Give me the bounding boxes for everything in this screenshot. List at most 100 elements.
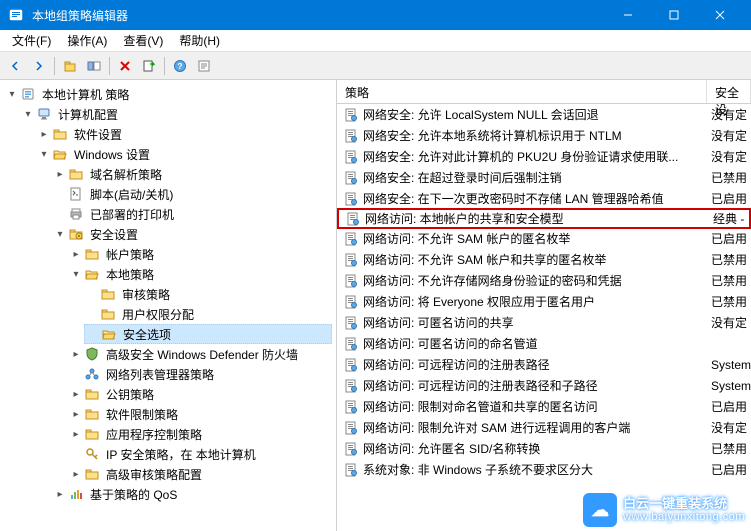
- policy-icon: [341, 150, 361, 164]
- tree-audit-policy[interactable]: 审核策略: [84, 284, 332, 304]
- policy-value: 已禁用: [703, 293, 751, 310]
- tree-qos[interactable]: ▸ 基于策略的 QoS: [52, 484, 332, 504]
- policy-row[interactable]: 系统对象: 非 Windows 子系统不要求区分大 已启用: [337, 459, 751, 480]
- export-button[interactable]: [138, 55, 160, 77]
- show-hide-tree-button[interactable]: [83, 55, 105, 77]
- collapse-icon[interactable]: ▾: [68, 266, 84, 282]
- policy-row[interactable]: 网络安全: 允许对此计算机的 PKU2U 身份验证请求使用联... 没有定: [337, 146, 751, 167]
- collapse-icon[interactable]: ▾: [20, 106, 36, 122]
- tree-network-list[interactable]: 网络列表管理器策略: [68, 364, 332, 384]
- policy-label: 网络安全: 允许本地系统将计算机标识用于 NTLM: [361, 127, 703, 144]
- expand-icon[interactable]: ▸: [68, 246, 84, 262]
- tree-public-key[interactable]: ▸ 公钥策略: [68, 384, 332, 404]
- policy-row[interactable]: 网络访问: 可远程访问的注册表路径和子路径 System: [337, 375, 751, 396]
- policy-icon: [341, 463, 361, 477]
- tree-user-rights[interactable]: 用户权限分配: [84, 304, 332, 324]
- content-area: ▾ 本地计算机 策略 ▾ 计算机配置 ▸ 软件设置 ▾ Windows 设置 ▸…: [0, 80, 751, 531]
- expand-icon[interactable]: ▸: [68, 346, 84, 362]
- column-header-policy[interactable]: 策略: [337, 80, 707, 103]
- tree-local-policies[interactable]: ▾ 本地策略: [68, 264, 332, 284]
- tree-deployed-printers[interactable]: 已部署的打印机: [52, 204, 332, 224]
- policy-row[interactable]: 网络访问: 可远程访问的注册表路径 System: [337, 354, 751, 375]
- tree-software-restriction[interactable]: ▸ 软件限制策略: [68, 404, 332, 424]
- close-button[interactable]: [697, 0, 743, 30]
- tree-account-policies[interactable]: ▸ 帐户策略: [68, 244, 332, 264]
- policy-row[interactable]: 网络安全: 在超过登录时间后强制注销 已禁用: [337, 167, 751, 188]
- maximize-button[interactable]: [651, 0, 697, 30]
- folder-open-icon: [101, 326, 117, 342]
- menu-file[interactable]: 文件(F): [4, 30, 59, 51]
- policy-label: 网络访问: 将 Everyone 权限应用于匿名用户: [361, 293, 703, 310]
- tree-windows-defender[interactable]: ▸ 高级安全 Windows Defender 防火墙: [68, 344, 332, 364]
- policy-row[interactable]: 网络访问: 可匿名访问的命名管道: [337, 333, 751, 354]
- policy-icon: [341, 316, 361, 330]
- collapse-icon[interactable]: ▾: [4, 86, 20, 102]
- help-button[interactable]: ?: [169, 55, 191, 77]
- up-button[interactable]: [59, 55, 81, 77]
- column-header-security[interactable]: 安全设: [707, 80, 751, 103]
- policy-label: 网络访问: 本地帐户的共享和安全模型: [363, 210, 705, 227]
- policy-icon: [341, 129, 361, 143]
- policy-icon: [341, 295, 361, 309]
- delete-button[interactable]: [114, 55, 136, 77]
- tree-software-settings[interactable]: ▸ 软件设置: [36, 124, 332, 144]
- policy-label: 网络访问: 可远程访问的注册表路径和子路径: [361, 377, 703, 394]
- tree-root[interactable]: ▾ 本地计算机 策略: [4, 84, 332, 104]
- menubar: 文件(F) 操作(A) 查看(V) 帮助(H): [0, 30, 751, 52]
- tree-security-settings[interactable]: ▾ 安全设置: [52, 224, 332, 244]
- list-pane: 策略 安全设 网络安全: 允许 LocalSystem NULL 会话回退 没有…: [337, 80, 751, 531]
- tree-pane[interactable]: ▾ 本地计算机 策略 ▾ 计算机配置 ▸ 软件设置 ▾ Windows 设置 ▸…: [0, 80, 337, 531]
- tree-app-control[interactable]: ▸ 应用程序控制策略: [68, 424, 332, 444]
- policy-row[interactable]: 网络访问: 可匿名访问的共享 没有定: [337, 312, 751, 333]
- expand-icon[interactable]: ▸: [68, 386, 84, 402]
- expand-icon[interactable]: ▸: [68, 406, 84, 422]
- tree-name-resolution[interactable]: ▸ 域名解析策略: [52, 164, 332, 184]
- policy-row[interactable]: 网络访问: 允许匿名 SID/名称转换 已禁用: [337, 438, 751, 459]
- policy-row[interactable]: 网络访问: 限制对命名管道和共享的匿名访问 已启用: [337, 396, 751, 417]
- policy-label: 网络访问: 可匿名访问的共享: [361, 314, 703, 331]
- policy-row[interactable]: 网络访问: 不允许 SAM 帐户和共享的匿名枚举 已禁用: [337, 249, 751, 270]
- policy-row[interactable]: 网络安全: 允许本地系统将计算机标识用于 NTLM 没有定: [337, 125, 751, 146]
- policy-row[interactable]: 网络访问: 不允许 SAM 帐户的匿名枚举 已启用: [337, 228, 751, 249]
- folder-icon: [52, 126, 68, 142]
- tree-advanced-audit[interactable]: ▸ 高级审核策略配置: [68, 464, 332, 484]
- properties-button[interactable]: [193, 55, 215, 77]
- policy-value: 没有定: [703, 127, 751, 144]
- policy-icon: [341, 337, 361, 351]
- tree-scripts[interactable]: 脚本(启动/关机): [52, 184, 332, 204]
- tree-computer-config[interactable]: ▾ 计算机配置: [20, 104, 332, 124]
- expand-icon[interactable]: ▸: [52, 486, 68, 502]
- tree-windows-settings[interactable]: ▾ Windows 设置: [36, 144, 332, 164]
- policy-icon: [341, 442, 361, 456]
- policy-label: 网络安全: 在下一次更改密码时不存储 LAN 管理器哈希值: [361, 190, 703, 207]
- key-icon: [84, 446, 100, 462]
- policy-label: 系统对象: 非 Windows 子系统不要求区分大: [361, 461, 703, 478]
- expand-icon[interactable]: ▸: [36, 126, 52, 142]
- policy-row[interactable]: 网络安全: 允许 LocalSystem NULL 会话回退 没有定: [337, 104, 751, 125]
- policy-row[interactable]: 网络安全: 在下一次更改密码时不存储 LAN 管理器哈希值 已启用: [337, 188, 751, 209]
- policy-icon: [341, 253, 361, 267]
- expand-icon[interactable]: ▸: [68, 426, 84, 442]
- menu-action[interactable]: 操作(A): [59, 30, 115, 51]
- tree-ip-security[interactable]: IP 安全策略，在 本地计算机: [68, 444, 332, 464]
- menu-help[interactable]: 帮助(H): [171, 30, 228, 51]
- expand-icon[interactable]: ▸: [68, 466, 84, 482]
- policy-row[interactable]: 网络访问: 将 Everyone 权限应用于匿名用户 已禁用: [337, 291, 751, 312]
- minimize-button[interactable]: [605, 0, 651, 30]
- app-icon: [8, 7, 24, 23]
- expand-icon[interactable]: ▸: [52, 166, 68, 182]
- menu-view[interactable]: 查看(V): [115, 30, 171, 51]
- collapse-icon[interactable]: ▾: [52, 226, 68, 242]
- policy-value: 经典 -: [705, 210, 749, 227]
- collapse-icon[interactable]: ▾: [36, 146, 52, 162]
- tree-security-options[interactable]: 安全选项: [84, 324, 332, 344]
- policy-label: 网络访问: 不允许存储网络身份验证的密码和凭据: [361, 272, 703, 289]
- list-body[interactable]: 网络安全: 允许 LocalSystem NULL 会话回退 没有定 网络安全:…: [337, 104, 751, 531]
- back-button[interactable]: [4, 55, 26, 77]
- policy-row[interactable]: 网络访问: 限制允许对 SAM 进行远程调用的客户端 没有定: [337, 417, 751, 438]
- forward-button[interactable]: [28, 55, 50, 77]
- policy-row[interactable]: 网络访问: 本地帐户的共享和安全模型 经典 -: [337, 208, 751, 229]
- policy-label: 网络访问: 允许匿名 SID/名称转换: [361, 440, 703, 457]
- policy-value: System: [703, 358, 751, 372]
- policy-row[interactable]: 网络访问: 不允许存储网络身份验证的密码和凭据 已禁用: [337, 270, 751, 291]
